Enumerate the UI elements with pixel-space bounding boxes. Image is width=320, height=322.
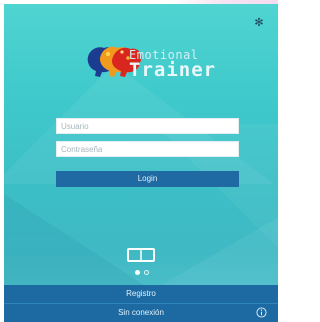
password-input[interactable]	[56, 141, 239, 157]
settings-gear-icon[interactable]: ✻	[253, 17, 265, 29]
page-indicator-dot[interactable]	[144, 270, 149, 275]
page-indicator-dot-active[interactable]	[135, 270, 140, 275]
login-button[interactable]: Login	[56, 171, 239, 187]
app-logo-bottom-text: Trainer	[129, 59, 217, 81]
offline-button[interactable]: Sin conexión	[4, 304, 278, 322]
tutorial-rectangle-icon[interactable]	[127, 248, 155, 262]
username-input[interactable]	[56, 118, 239, 134]
register-button[interactable]: Registro	[4, 285, 278, 303]
login-screen: ✻ Emotional Trainer Login Registro Sin c…	[4, 4, 278, 322]
info-icon[interactable]	[256, 307, 267, 318]
